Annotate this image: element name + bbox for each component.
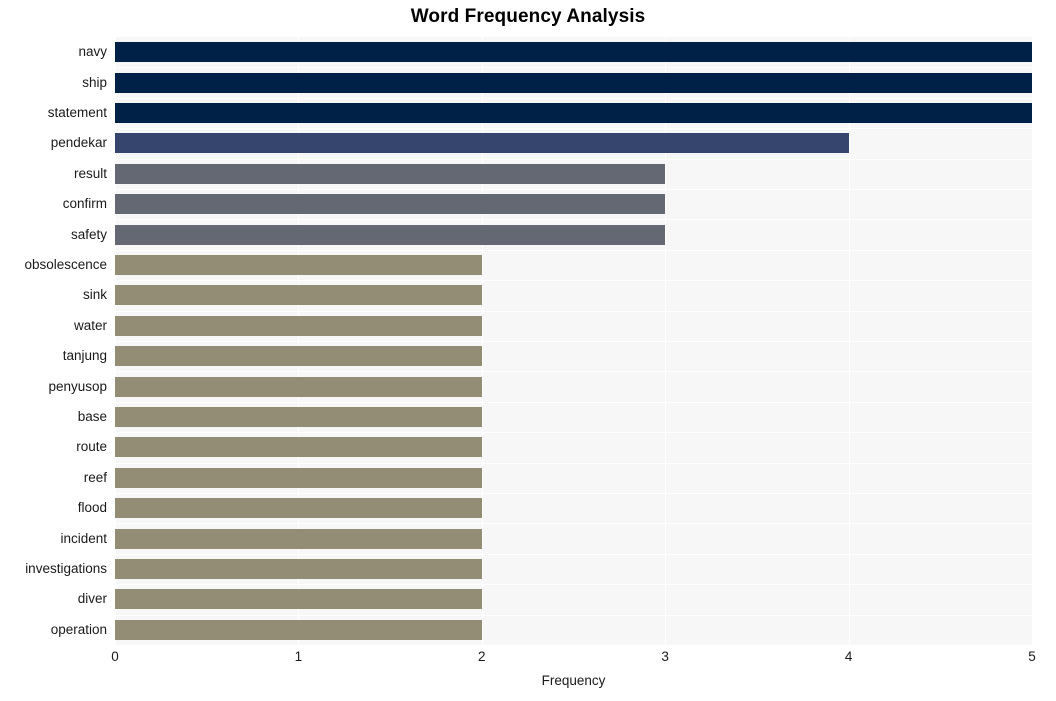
y-axis-tick-label: statement xyxy=(47,105,107,120)
bar xyxy=(115,163,666,184)
horizontal-gridline xyxy=(115,584,1032,585)
y-axis-tick-label: obsolescence xyxy=(24,257,107,272)
horizontal-gridline xyxy=(115,432,1032,433)
bar xyxy=(115,589,482,610)
bar xyxy=(115,376,482,397)
bar xyxy=(115,559,482,579)
horizontal-gridline xyxy=(115,250,1032,251)
bar xyxy=(115,467,482,488)
y-axis-tick-label: safety xyxy=(70,226,107,242)
horizontal-gridline xyxy=(115,341,1032,342)
bar xyxy=(115,133,849,154)
x-axis-tick-label: 3 xyxy=(661,649,669,664)
bar xyxy=(115,285,482,306)
y-axis-tick-label: sink xyxy=(82,287,107,303)
horizontal-gridline xyxy=(115,554,1032,555)
horizontal-gridline xyxy=(115,402,1032,403)
bar xyxy=(115,498,482,519)
bar xyxy=(115,42,1032,63)
bar xyxy=(115,315,482,336)
y-axis-tick-label: operation xyxy=(50,621,107,637)
chart-title: Word Frequency Analysis xyxy=(410,6,646,27)
y-axis-tick-label: incident xyxy=(60,530,107,546)
bar xyxy=(115,194,666,215)
horizontal-gridline xyxy=(115,463,1032,464)
y-axis-tick-label: tanjung xyxy=(62,348,107,364)
horizontal-gridline xyxy=(115,311,1032,312)
bar xyxy=(115,437,482,458)
horizontal-gridline xyxy=(115,615,1032,616)
y-axis-tick-label: confirm xyxy=(62,196,107,212)
y-axis-tick-label: reef xyxy=(83,469,107,485)
horizontal-gridline xyxy=(115,67,1032,68)
bar xyxy=(115,72,1032,93)
y-axis-tick-label: water xyxy=(73,317,107,333)
y-axis-tick-label: flood xyxy=(77,500,107,516)
horizontal-gridline xyxy=(115,128,1032,129)
y-axis-tick-label: diver xyxy=(77,591,107,607)
plot-area xyxy=(115,37,1032,645)
y-axis-tick-label: result xyxy=(73,165,107,181)
x-axis-tick-label: 4 xyxy=(844,649,853,664)
horizontal-gridline xyxy=(115,159,1032,160)
bar xyxy=(115,255,482,275)
horizontal-gridline xyxy=(115,98,1032,99)
y-axis-tick-label: ship xyxy=(82,74,107,90)
x-axis-tick-label: 1 xyxy=(294,649,303,664)
horizontal-gridline xyxy=(115,523,1032,524)
y-axis-tick-label: penyusop xyxy=(48,378,107,394)
y-axis-tick-label: route xyxy=(76,439,107,455)
horizontal-gridline xyxy=(115,280,1032,281)
bar xyxy=(115,407,482,427)
x-axis-tick-label: 5 xyxy=(1028,649,1036,664)
y-axis-tick-label: investigations xyxy=(25,561,107,576)
bar xyxy=(115,346,482,367)
horizontal-gridline xyxy=(115,371,1032,372)
horizontal-gridline xyxy=(115,189,1032,190)
y-axis-tick-labels: navy ship statement pendekar result confirm sa… xyxy=(0,37,107,645)
y-axis-tick-label: navy xyxy=(78,44,107,60)
chart-figure: Word Frequency Analysis navy ship statemen… xyxy=(0,0,1056,701)
x-axis-label: Frequency xyxy=(541,673,606,688)
horizontal-gridline xyxy=(115,219,1032,220)
bar xyxy=(115,619,482,640)
x-axis-tick-label: 2 xyxy=(478,649,486,664)
bar xyxy=(115,103,1032,123)
x-axis-tick-labels: 0 1 2 3 4 5 xyxy=(111,648,1036,670)
bar xyxy=(115,528,482,549)
y-axis-tick-label: pendekar xyxy=(50,135,107,151)
y-axis-tick-label: base xyxy=(77,409,107,424)
x-axis-tick-label: 0 xyxy=(111,649,119,664)
horizontal-gridline xyxy=(115,493,1032,494)
bar xyxy=(115,224,666,245)
